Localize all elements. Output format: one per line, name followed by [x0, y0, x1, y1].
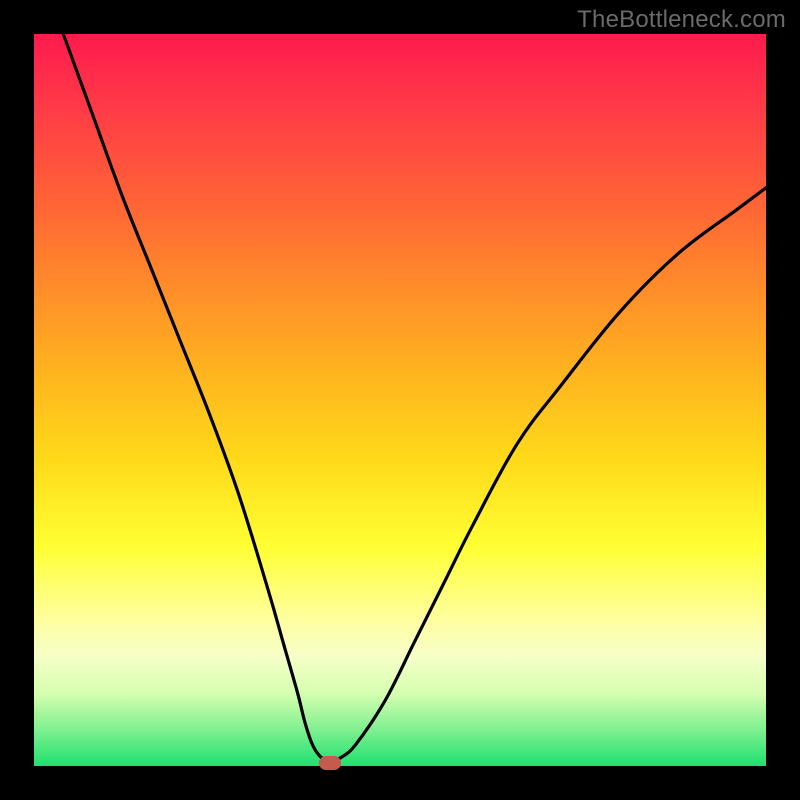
plot-area: [34, 34, 766, 766]
minimum-marker: [319, 756, 341, 770]
curve-svg: [34, 34, 766, 766]
chart-frame: TheBottleneck.com: [0, 0, 800, 800]
watermark-text: TheBottleneck.com: [577, 6, 786, 34]
bottleneck-curve: [63, 34, 766, 761]
